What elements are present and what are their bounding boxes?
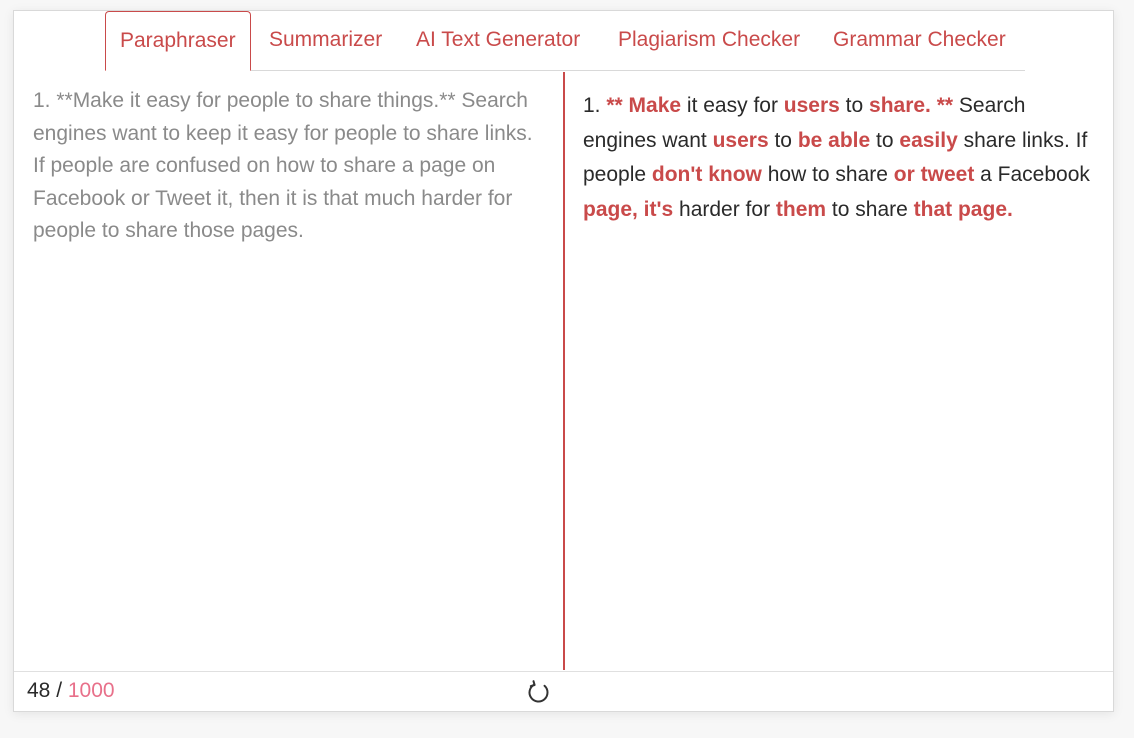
changed-phrase[interactable]: easily: [899, 129, 957, 152]
paraphraser-panel: Paraphraser Summarizer AI Text Generator…: [13, 10, 1114, 712]
tab-paraphraser[interactable]: Paraphraser: [105, 11, 251, 71]
word-count: 48: [27, 679, 51, 702]
output-phrase: 1.: [583, 94, 607, 117]
refresh-button[interactable]: [525, 678, 553, 706]
output-phrase: it easy for: [681, 94, 784, 117]
pane-divider: [563, 72, 565, 670]
output-text-area: 1. ** Make it easy for users to share. *…: [583, 89, 1099, 228]
changed-phrase[interactable]: don't know: [652, 163, 762, 186]
changed-phrase[interactable]: share. **: [869, 94, 953, 117]
refresh-icon: [528, 680, 549, 703]
output-phrase: a Facebook: [974, 163, 1090, 187]
tool-tabs: Paraphraser Summarizer AI Text Generator…: [14, 11, 1113, 71]
output-phrase: to: [768, 128, 798, 152]
output-phrase: harder for: [673, 198, 776, 222]
output-phrase: to share: [826, 198, 914, 222]
tab-ai-text-generator[interactable]: AI Text Generator: [416, 11, 580, 71]
changed-phrase[interactable]: be able: [798, 129, 870, 152]
tab-plagiarism-checker[interactable]: Plagiarism Checker: [618, 11, 800, 71]
output-phrase: to: [870, 128, 900, 152]
tab-grammar-checker[interactable]: Grammar Checker: [833, 11, 1006, 71]
changed-phrase[interactable]: them: [776, 198, 826, 221]
tab-summarizer[interactable]: Summarizer: [269, 11, 382, 71]
word-limit: 1000: [67, 679, 115, 702]
changed-phrase[interactable]: ** Make: [606, 94, 681, 117]
changed-phrase[interactable]: users: [784, 94, 840, 117]
counter-separator: /: [50, 679, 68, 702]
changed-phrase[interactable]: users: [713, 129, 769, 152]
changed-phrase[interactable]: page, it's: [583, 198, 673, 221]
footer-bar: 48 / 1000: [14, 671, 1113, 712]
output-phrase: to: [839, 94, 870, 117]
changed-phrase[interactable]: that page.: [914, 198, 1013, 221]
word-counter: 48 / 1000: [27, 677, 115, 705]
output-phrase: how to share: [761, 163, 894, 187]
changed-phrase[interactable]: or tweet: [894, 163, 975, 186]
input-text-area[interactable]: 1. **Make it easy for people to share th…: [33, 85, 543, 248]
